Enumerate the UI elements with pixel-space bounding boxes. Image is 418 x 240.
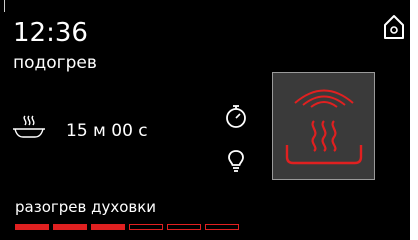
preheat-status-label: разогрев духовки — [15, 198, 157, 216]
progress-segment — [91, 224, 125, 230]
oven-light-icon — [228, 150, 244, 172]
clock-time: 12:36 — [13, 18, 88, 48]
progress-segment — [205, 224, 239, 230]
preheat-progress-bar — [15, 224, 239, 230]
progress-segment — [167, 224, 201, 230]
progress-segment — [15, 224, 49, 230]
timer-button[interactable] — [224, 103, 248, 129]
oven-light-button[interactable] — [227, 149, 245, 173]
cooking-duration: 15 м 00 с — [66, 121, 148, 141]
progress-segment — [53, 224, 87, 230]
selected-mode-tile[interactable] — [272, 72, 375, 180]
home-button[interactable] — [383, 14, 405, 40]
mode-name: подогрев — [13, 53, 97, 73]
reheat-mode-icon — [285, 89, 363, 165]
edge-marker — [4, 0, 5, 12]
progress-segment — [129, 224, 163, 230]
home-icon — [384, 15, 404, 39]
steaming-dish-icon — [12, 114, 46, 140]
stopwatch-icon — [226, 105, 246, 128]
oven-display: 12:36 подогрев 15 м 00 с разогрев духовк… — [0, 0, 410, 240]
